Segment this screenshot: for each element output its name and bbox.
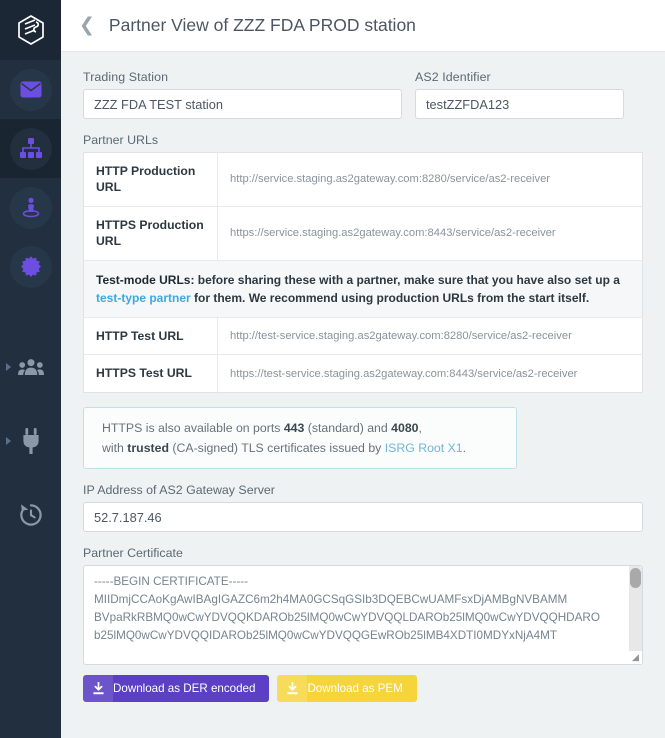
info-text-d: with (102, 441, 128, 456)
sidebar-nav-top (0, 60, 61, 296)
envelope-icon (20, 81, 41, 98)
badge-star-icon-wrap (9, 245, 52, 288)
trading-station-label: Trading Station (83, 70, 169, 84)
info-text-c: , (418, 420, 422, 435)
info-text-f: . (462, 441, 467, 456)
top-field-row: Trading Station AS2 Identifier (83, 70, 643, 119)
table-row: HTTP Production URL http://service.stagi… (83, 152, 643, 207)
sitemap-icon-wrap (9, 127, 52, 170)
sidebar-item-trading-stations[interactable] (0, 119, 61, 178)
history-clock-icon (19, 504, 42, 526)
isrg-root-link[interactable]: ISRG Root X1 (385, 441, 463, 455)
download-button-row: Download as DER encoded Download as PEM (83, 675, 643, 703)
table-row: HTTP Test URL http://test-service.stagin… (83, 317, 643, 355)
sidebar-item-certificates[interactable] (0, 237, 61, 296)
info-line-2: with trusted (CA-signed) TLS certificate… (102, 438, 498, 458)
https-info-box: HTTPS is also available on ports 443 (st… (83, 406, 517, 470)
app-logo[interactable] (0, 0, 61, 60)
certificate-scrollbar[interactable] (629, 566, 642, 665)
info-text-a: HTTPS is also available on ports (102, 420, 284, 435)
download-der-button[interactable]: Download as DER encoded (83, 675, 270, 703)
partner-certificate-label: Partner Certificate (83, 546, 183, 561)
download-icon (83, 675, 113, 703)
url-key: HTTPS Production URL (83, 206, 218, 261)
expand-caret-icon[interactable] (6, 363, 11, 371)
url-value: https://service.staging.as2gateway.com:8… (230, 227, 556, 240)
certificate-wrapper: -----BEGIN CERTIFICATE----- MIIDmjCCAoKg… (83, 565, 643, 666)
person-pedestal-icon (22, 197, 39, 217)
page-title: Partner View of ZZZ FDA PROD station (108, 15, 416, 35)
download-der-label: Download as DER encoded (113, 682, 256, 696)
app-root: ❮ Partner View of ZZZ FDA PROD station T… (0, 0, 665, 738)
warning-lead: Test-mode URLs: (96, 272, 195, 287)
resize-handle-icon[interactable]: ◢ (629, 651, 642, 665)
partner-urls-label: Partner URLs (83, 133, 159, 147)
trading-station-input[interactable] (83, 89, 402, 119)
warning-text-after: for them. We recommend using production … (190, 290, 590, 305)
table-row: HTTPS Test URL https://test-service.stag… (83, 354, 643, 393)
sidebar-item-messages[interactable] (0, 60, 61, 119)
url-key: HTTP Production URL (83, 152, 218, 207)
partner-urls-table: HTTP Production URL http://service.stagi… (83, 152, 643, 393)
ip-address-input[interactable] (83, 502, 643, 533)
info-text-e: (CA-signed) TLS certificates issued by (168, 441, 385, 456)
table-row: HTTPS Production URL https://service.sta… (83, 206, 643, 261)
expand-caret-icon[interactable] (6, 437, 11, 445)
person-pedestal-icon-wrap (9, 186, 52, 229)
plug-icon (22, 428, 39, 454)
trading-station-field: Trading Station (83, 70, 402, 119)
test-type-partner-link[interactable]: test-type partner (96, 291, 191, 305)
sidebar-item-partners[interactable] (0, 178, 61, 237)
download-pem-label: Download as PEM (307, 682, 403, 696)
info-line-1: HTTPS is also available on ports 443 (st… (102, 418, 498, 438)
download-pem-button[interactable]: Download as PEM (277, 675, 417, 703)
url-value: https://test-service.staging.as2gateway.… (230, 367, 578, 380)
sitemap-icon (19, 137, 42, 158)
test-mode-warning-row: Test-mode URLs: before sharing these wit… (83, 260, 643, 318)
info-text-b: (standard) and (304, 420, 392, 435)
download-icon (277, 675, 308, 703)
sidebar (0, 0, 61, 738)
partner-certificate-textarea[interactable]: -----BEGIN CERTIFICATE----- MIIDmjCCAoKg… (83, 565, 643, 666)
port-standard: 443 (283, 420, 305, 435)
url-value: http://service.staging.as2gateway.com:82… (230, 173, 551, 186)
ip-address-label: IP Address of AS2 Gateway Server (83, 483, 275, 498)
warning-text-before: before sharing these with a partner, mak… (194, 272, 620, 287)
page-header: ❮ Partner View of ZZZ FDA PROD station (61, 0, 665, 52)
envelope-icon-wrap (9, 68, 52, 111)
page-content: Trading Station AS2 Identifier Partner U… (61, 52, 665, 738)
url-key: HTTP Test URL (83, 317, 218, 355)
port-alt: 4080 (391, 420, 419, 435)
trusted-emphasis: trusted (127, 441, 169, 456)
main-panel: ❮ Partner View of ZZZ FDA PROD station T… (61, 0, 665, 738)
url-key: HTTPS Test URL (83, 354, 218, 393)
as2-identifier-label: AS2 Identifier (415, 70, 491, 84)
cube-logo-icon (17, 15, 44, 45)
test-mode-warning: Test-mode URLs: before sharing these wit… (83, 260, 643, 318)
badge-star-icon (20, 255, 41, 277)
users-group-icon (17, 359, 44, 375)
sidebar-item-users[interactable] (0, 330, 61, 404)
sidebar-item-history[interactable] (0, 478, 61, 552)
sidebar-nav-lower (0, 330, 61, 552)
scrollbar-thumb[interactable] (630, 568, 641, 589)
sidebar-item-integrations[interactable] (0, 404, 61, 478)
as2-identifier-field: AS2 Identifier (415, 70, 624, 119)
url-value: http://test-service.staging.as2gateway.c… (230, 330, 572, 343)
chevron-left-icon[interactable]: ❮ (79, 16, 95, 35)
as2-identifier-input[interactable] (415, 89, 624, 119)
